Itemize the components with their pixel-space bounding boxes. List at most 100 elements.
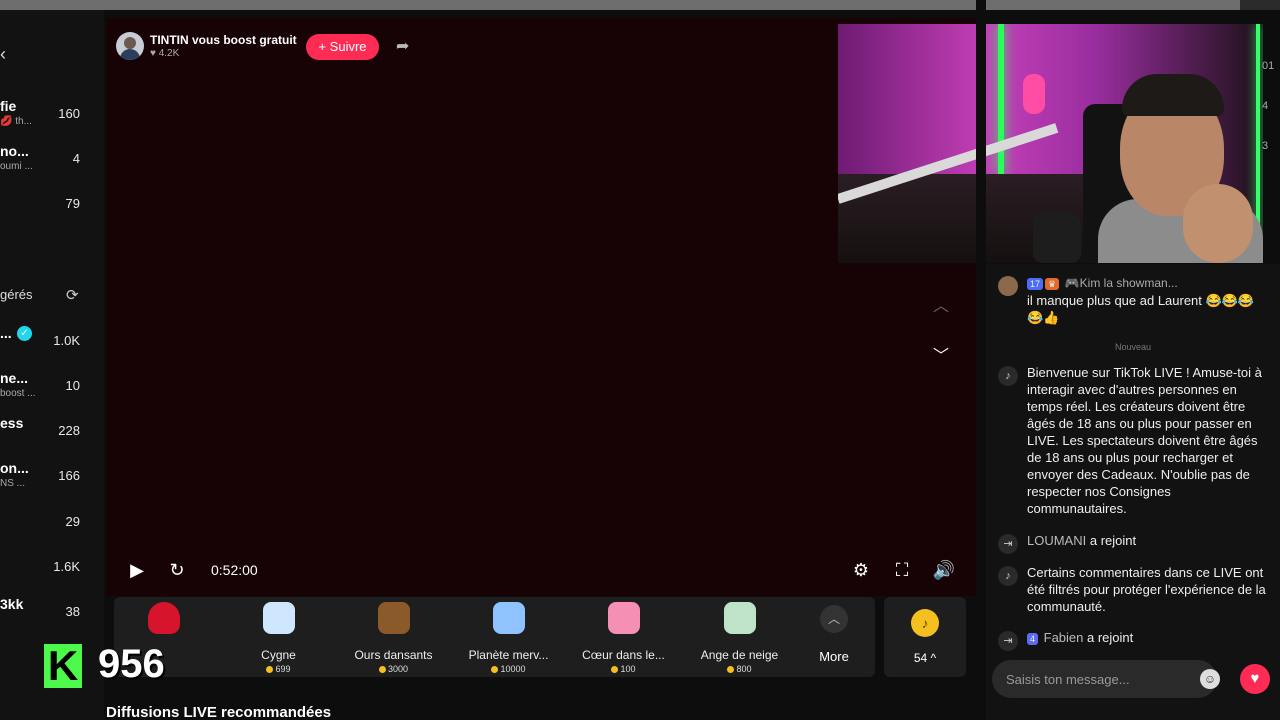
filter-notice: Certains commentaires dans ce LIVE ont é… [1027,565,1266,614]
browser-scrollbar[interactable] [0,0,1280,10]
sidebar-item-name: ess [0,415,24,431]
gift-name: Ours dansants [354,648,433,662]
avatar[interactable] [998,276,1018,296]
gift-item[interactable]: Cœur dans le... 100 [566,602,681,674]
host-name[interactable]: TINTIN vous boost gratuit [150,33,297,47]
sidebar-item[interactable]: fie 💋 th... 160 [0,98,104,138]
chevron-left-icon[interactable]: ‹ [0,44,6,65]
gift-bar: Cygne 699 Ours dansants 3000 Planète mer… [114,597,875,677]
sidebar-item-count: 79 [65,196,80,211]
sidebar-item[interactable]: 3kk 38 [0,596,104,636]
recommended-title: Diffusions LIVE recommandées [106,704,332,720]
avatar[interactable] [116,32,144,60]
fullscreen-icon[interactable]: ⛶ [890,558,914,582]
more-gifts-button[interactable]: ︿ More [814,605,854,665]
sidebar-item-count: 160 [58,106,80,121]
volume-icon[interactable]: 🔊 [932,558,956,582]
gift-item[interactable]: Cygne 699 [221,602,336,674]
sidebar-item-count: 1.0K [53,333,80,348]
scrollbar-thumb[interactable] [0,0,1240,10]
microphone [1033,214,1081,263]
new-divider: Nouveau [1114,342,1152,352]
bear-icon [377,602,410,634]
sidebar-item-count: 166 [58,468,80,483]
play-icon[interactable]: ▶ [125,558,149,582]
follow-button[interactable]: + Suivre [306,34,379,60]
sidebar-item-count: 228 [58,423,80,438]
coin-balance: 54 ^ [913,651,937,665]
sidebar-item-count: 10 [65,378,80,393]
sidebar-item[interactable]: 1.6K [0,551,104,591]
wall-decoration [1023,74,1045,114]
coin-icon [266,666,274,674]
gift-price: 10000 [500,664,526,674]
sidebar-item-count: 4 [72,151,80,166]
welcome-text: Bienvenue sur TikTok LIVE ! Amuse-toi à … [1027,365,1262,516]
heart-icon[interactable]: ♥ [1240,664,1270,694]
sidebar-item[interactable]: 29 [0,506,104,546]
gift-name: Planète merv... [468,648,549,662]
gift-item[interactable]: Ange de neige 800 [682,602,797,674]
refresh-icon[interactable]: ↻ [165,558,189,582]
gift-price: 699 [275,664,291,674]
settings-icon[interactable]: ⚙ [849,558,873,582]
chat-username[interactable]: LOUMANI [1027,533,1086,548]
coin-icon [378,666,386,674]
timecode: 0:52:00 [211,562,258,578]
chevron-down-icon[interactable]: ﹀ [933,342,949,366]
gift-item[interactable]: Planète merv... 10000 [451,602,566,674]
sidebar-item[interactable]: 79 [0,188,104,228]
gift-item[interactable]: Ours dansants 3000 [336,602,451,674]
sidebar-item[interactable]: no... oumi ... 4 [0,143,104,183]
level-badge: 17 [1027,278,1044,290]
sidebar-item[interactable]: on... NS ... 166 [0,460,104,500]
streamer-hair [1122,74,1224,116]
sidebar: ‹ fie 💋 th... 160 no... oumi ... 4 79 gé… [0,10,104,720]
chat-message: 17 ♛ 🎮Kim la showman... il manque plus qu… [998,274,1268,334]
tiktok-coin-icon: ♪ [911,609,939,637]
chat-input[interactable] [992,660,1217,698]
strip-value: 4 [1262,100,1269,112]
join-action: a rejoint [1087,630,1134,645]
coin-icon [727,666,735,674]
sidebar-item-name: on... [0,460,29,476]
level-badge: 4 [1027,633,1039,645]
chat-username[interactable]: Fabien [1044,630,1084,645]
sidebar-item-sub: NS ... [0,478,26,489]
join-action: a rejoint [1089,533,1137,548]
more-label: More [819,649,849,664]
chat-panel: 17 ♛ 🎮Kim la showman... il manque plus qu… [986,264,1280,720]
strip-value: 01 [1262,60,1275,72]
tiktok-icon: ♪ [998,566,1018,586]
share-icon[interactable]: ➦ [396,36,409,56]
app-root: ‹ fie 💋 th... 160 no... oumi ... 4 79 gé… [0,0,1280,720]
tiktok-icon: ♪ [998,366,1018,386]
viewer-count: 956 [98,642,165,686]
sidebar-item[interactable]: ess 228 [0,415,104,455]
sidebar-item-name: fie [0,98,17,114]
refresh-icon[interactable]: ⟳ [66,286,79,304]
sidebar-item-count: 38 [65,604,80,619]
right-strip: 01 4 3 [1262,60,1280,180]
sidebar-item-sub: oumi ... [0,161,33,172]
gift-name: Cygne [261,648,296,662]
coin-icon [491,666,499,674]
host-likes: ♥ 4.2K [150,48,180,59]
chat-text: il manque plus que ad Laurent 😂😂😂😂👍 [1027,293,1255,325]
chat-username[interactable]: 🎮Kim la showman... [1065,276,1178,290]
sidebar-item-count: 29 [65,514,80,529]
heart-hands-icon [607,602,640,634]
verified-icon: ✓ [17,326,32,341]
chevron-up-icon[interactable]: ︿ [933,292,949,316]
sidebar-item[interactable]: ... ✓ 1.0K [0,325,104,365]
webcam-feed [838,24,1263,263]
emoji-icon[interactable]: ☺ [1200,669,1220,689]
sidebar-item-name: 3kk [0,596,24,612]
sidebar-item[interactable]: ne... boost ... 10 [0,370,104,410]
snow-angel-icon [723,602,756,634]
strip-value: 3 [1262,140,1269,152]
coin-balance-button[interactable]: ♪ 54 ^ [884,597,966,677]
sidebar-item-name: ne... [0,370,29,386]
gift-name: Ange de neige [700,648,779,662]
planet-icon [492,602,525,634]
